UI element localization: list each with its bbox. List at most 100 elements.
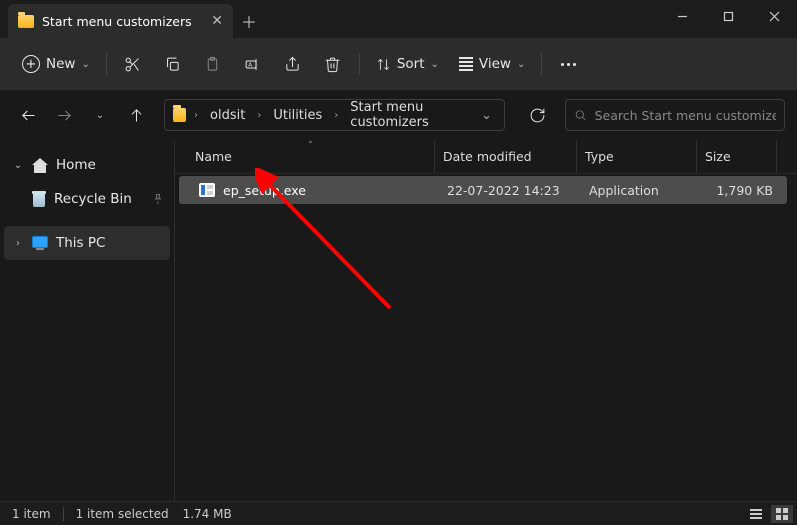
- status-item-count: 1 item: [12, 507, 51, 521]
- navigation-pane: ⌄ Home Recycle Bin › This PC: [0, 140, 175, 501]
- breadcrumb[interactable]: › oldsit › Utilities › Start menu custom…: [164, 99, 505, 131]
- cell-name: ep_setup.exe: [191, 183, 439, 198]
- sort-button[interactable]: Sort ⌄: [366, 47, 449, 81]
- breadcrumb-segment[interactable]: Start menu customizers: [344, 96, 469, 134]
- rename-icon: A: [244, 56, 261, 73]
- divider: [359, 53, 360, 75]
- maximize-button[interactable]: [705, 0, 751, 32]
- tab-active[interactable]: Start menu customizers ✕: [8, 4, 233, 38]
- cell-type: Application: [581, 183, 701, 198]
- explorer-body: ⌄ Home Recycle Bin › This PC Name ˄ Date…: [0, 140, 797, 501]
- status-selected-count: 1 item selected: [76, 507, 169, 521]
- arrow-up-icon: [128, 107, 145, 124]
- copy-button[interactable]: [153, 47, 193, 81]
- column-type[interactable]: Type: [577, 140, 697, 173]
- grid-view-icon: [776, 508, 788, 520]
- home-icon: [32, 158, 48, 173]
- folder-icon: [18, 15, 34, 28]
- recent-button[interactable]: ⌄: [84, 99, 116, 131]
- column-label: Type: [585, 149, 614, 164]
- paste-button[interactable]: [193, 47, 233, 81]
- share-button[interactable]: [273, 47, 313, 81]
- sidebar-item-label: Recycle Bin: [54, 191, 132, 207]
- column-label: Name: [195, 149, 232, 164]
- column-date[interactable]: Date modified: [435, 140, 577, 173]
- minimize-button[interactable]: [659, 0, 705, 32]
- exe-icon: [199, 183, 215, 197]
- share-icon: [284, 56, 301, 73]
- breadcrumb-segment[interactable]: Utilities: [267, 104, 328, 127]
- address-bar-row: ⌄ › oldsit › Utilities › Start menu cust…: [0, 90, 797, 140]
- chevron-right-icon[interactable]: ›: [332, 110, 340, 121]
- svg-text:A: A: [249, 62, 253, 68]
- file-list-pane: Name ˄ Date modified Type Size ep_setup.…: [175, 140, 797, 501]
- sort-icon: [376, 57, 391, 72]
- new-tab-button[interactable]: ＋: [233, 4, 265, 38]
- refresh-icon: [529, 107, 546, 124]
- toolbar: + New ⌄ A Sort ⌄ View ⌄: [0, 38, 797, 90]
- status-selected-size: 1.74 MB: [183, 507, 232, 521]
- more-button[interactable]: [548, 47, 588, 81]
- recycle-bin-icon: [32, 191, 46, 207]
- sidebar-item-home[interactable]: ⌄ Home: [4, 148, 170, 182]
- window-controls: [659, 0, 797, 32]
- details-view-icon: [750, 509, 762, 519]
- sort-asc-icon: ˄: [308, 141, 313, 151]
- ellipsis-icon: [561, 63, 576, 66]
- arrow-right-icon: [56, 107, 73, 124]
- scissors-icon: [124, 56, 141, 73]
- breadcrumb-segment[interactable]: oldsit: [204, 104, 251, 127]
- view-thumbnails-button[interactable]: [771, 505, 793, 523]
- status-bar: 1 item 1 item selected 1.74 MB: [0, 501, 797, 525]
- search-input[interactable]: [595, 108, 776, 123]
- pc-icon: [32, 236, 48, 250]
- column-headers: Name ˄ Date modified Type Size: [175, 140, 797, 174]
- chevron-right-icon[interactable]: ›: [255, 110, 263, 121]
- collapse-icon[interactable]: ⌄: [12, 160, 24, 171]
- sidebar-item-this-pc[interactable]: › This PC: [4, 226, 170, 260]
- refresh-button[interactable]: [521, 99, 553, 131]
- expand-icon[interactable]: ›: [12, 238, 24, 249]
- back-button[interactable]: [12, 99, 44, 131]
- trash-icon: [324, 56, 341, 73]
- chevron-down-icon: ⌄: [431, 59, 439, 70]
- divider: [106, 53, 107, 75]
- tab-title: Start menu customizers: [42, 14, 192, 29]
- column-label: Size: [705, 149, 731, 164]
- chevron-down-icon: ⌄: [96, 110, 104, 121]
- sidebar-item-label: This PC: [56, 235, 105, 251]
- new-label: New: [46, 56, 75, 72]
- chevron-down-icon: ⌄: [81, 59, 89, 70]
- view-details-button[interactable]: [745, 505, 767, 523]
- divider: [541, 53, 542, 75]
- plus-icon: +: [22, 55, 40, 73]
- list-icon: [459, 57, 473, 71]
- new-button[interactable]: + New ⌄: [12, 47, 100, 81]
- forward-button[interactable]: [48, 99, 80, 131]
- breadcrumb-dropdown[interactable]: ⌄: [473, 104, 500, 127]
- file-rows: ep_setup.exe 22-07-2022 14:23 Applicatio…: [175, 174, 797, 501]
- chevron-down-icon: ⌄: [517, 59, 525, 70]
- view-button[interactable]: View ⌄: [449, 47, 535, 81]
- divider: [63, 507, 64, 521]
- rename-button[interactable]: A: [233, 47, 273, 81]
- copy-icon: [164, 56, 181, 73]
- sidebar-item-recycle-bin[interactable]: Recycle Bin: [4, 182, 170, 216]
- close-button[interactable]: [751, 0, 797, 32]
- delete-button[interactable]: [313, 47, 353, 81]
- column-size[interactable]: Size: [697, 140, 777, 173]
- cell-size: 1,790 KB: [701, 183, 781, 198]
- chevron-right-icon[interactable]: ›: [192, 110, 200, 121]
- cut-button[interactable]: [113, 47, 153, 81]
- tab-close-icon[interactable]: ✕: [211, 13, 223, 29]
- file-row[interactable]: ep_setup.exe 22-07-2022 14:23 Applicatio…: [179, 176, 787, 204]
- column-label: Date modified: [443, 149, 532, 164]
- search-box[interactable]: [565, 99, 785, 131]
- pin-icon: [152, 193, 164, 205]
- arrow-left-icon: [20, 107, 37, 124]
- tab-strip: Start menu customizers ✕ ＋: [0, 0, 659, 38]
- up-button[interactable]: [120, 99, 152, 131]
- sidebar-item-label: Home: [56, 157, 96, 173]
- column-name[interactable]: Name ˄: [187, 140, 435, 173]
- folder-icon: [173, 108, 186, 122]
